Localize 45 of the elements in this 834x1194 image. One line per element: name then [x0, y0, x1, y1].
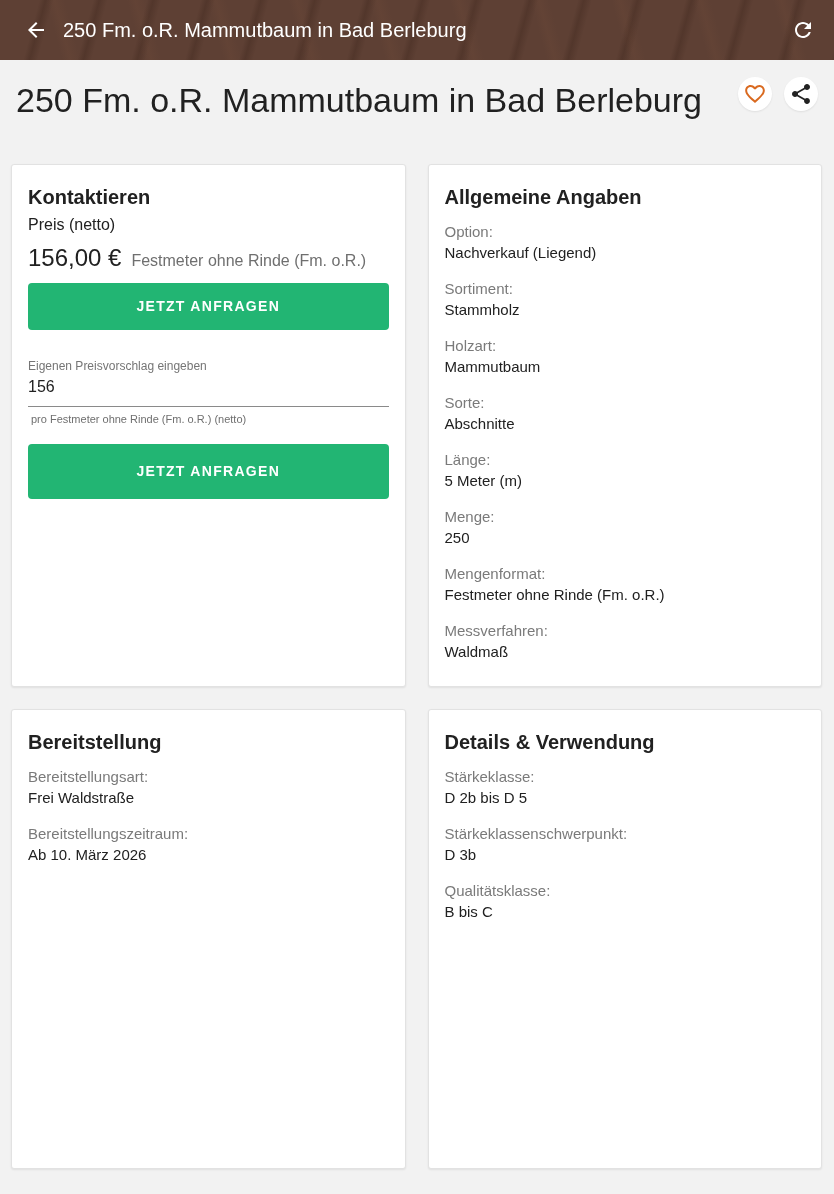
field-label: Sortiment:	[444, 279, 514, 299]
request-button[interactable]: JETZT ANFRAGEN	[28, 444, 389, 499]
field-label: Mengenformat:	[444, 564, 547, 584]
field-value: D 2b bis D 5	[444, 788, 529, 808]
share-icon	[792, 84, 810, 104]
field-value: Abschnitte	[444, 414, 516, 434]
field-label: Bereitstellungsart:	[28, 767, 150, 787]
favorite-button[interactable]	[738, 77, 772, 111]
card-title: Details & Verwendung	[444, 730, 656, 754]
field-label: Sorte:	[444, 393, 486, 413]
field-label: Bereitstellungszeitraum:	[28, 824, 190, 844]
field-value: Stammholz	[444, 300, 521, 320]
card-title: Bereitstellung	[28, 730, 163, 754]
price-label: Preis (netto)	[28, 215, 117, 235]
field-label: Menge:	[444, 507, 496, 527]
price-amount: 156,00 €	[28, 243, 122, 273]
field-label: Holzart:	[444, 336, 498, 356]
field-value: Ab 10. März 2026	[28, 845, 148, 865]
share-button[interactable]	[784, 77, 818, 111]
helper-text: pro Festmeter ohne Rinde (Fm. o.R.) (netto)	[30, 412, 248, 426]
price-input-field[interactable]: 156	[28, 374, 389, 407]
field-label: Stärkeklassenschwerpunkt:	[444, 824, 629, 844]
card-title: Allgemeine Angaben	[444, 185, 643, 209]
field-value: 5 Meter (m)	[444, 471, 523, 491]
back-arrow-icon[interactable]	[28, 22, 44, 38]
field-label: Messverfahren:	[444, 621, 549, 641]
field-value: B bis C	[444, 902, 494, 922]
request-button[interactable]: JETZT ANFRAGEN	[28, 283, 389, 330]
field-value: Mammutbaum	[444, 357, 542, 377]
field-value: Frei Waldstraße	[28, 788, 136, 808]
price-unit: Festmeter ohne Rinde (Fm. o.R.)	[131, 251, 367, 271]
field-value: Nachverkauf (Liegend)	[444, 243, 598, 263]
field-value: 250	[444, 528, 471, 548]
page-title: 250 Fm. o.R. Mammutbaum in Bad Berleburg	[16, 80, 703, 120]
card-title: Kontaktieren	[28, 185, 152, 209]
field-value: Festmeter ohne Rinde (Fm. o.R.)	[444, 585, 666, 605]
field-label: Option:	[444, 222, 494, 242]
field-label: Qualitätsklasse:	[444, 881, 552, 901]
app-bar-title: 250 Fm. o.R. Mammutbaum in Bad Berleburg	[63, 18, 468, 43]
field-label: Länge:	[444, 450, 492, 470]
refresh-icon[interactable]	[795, 22, 811, 38]
field-label: Stärkeklasse:	[444, 767, 536, 787]
input-label: Eigenen Preisvorschlag eingeben	[28, 358, 208, 374]
field-value: Waldmaß	[444, 642, 510, 662]
field-value: D 3b	[444, 845, 478, 865]
